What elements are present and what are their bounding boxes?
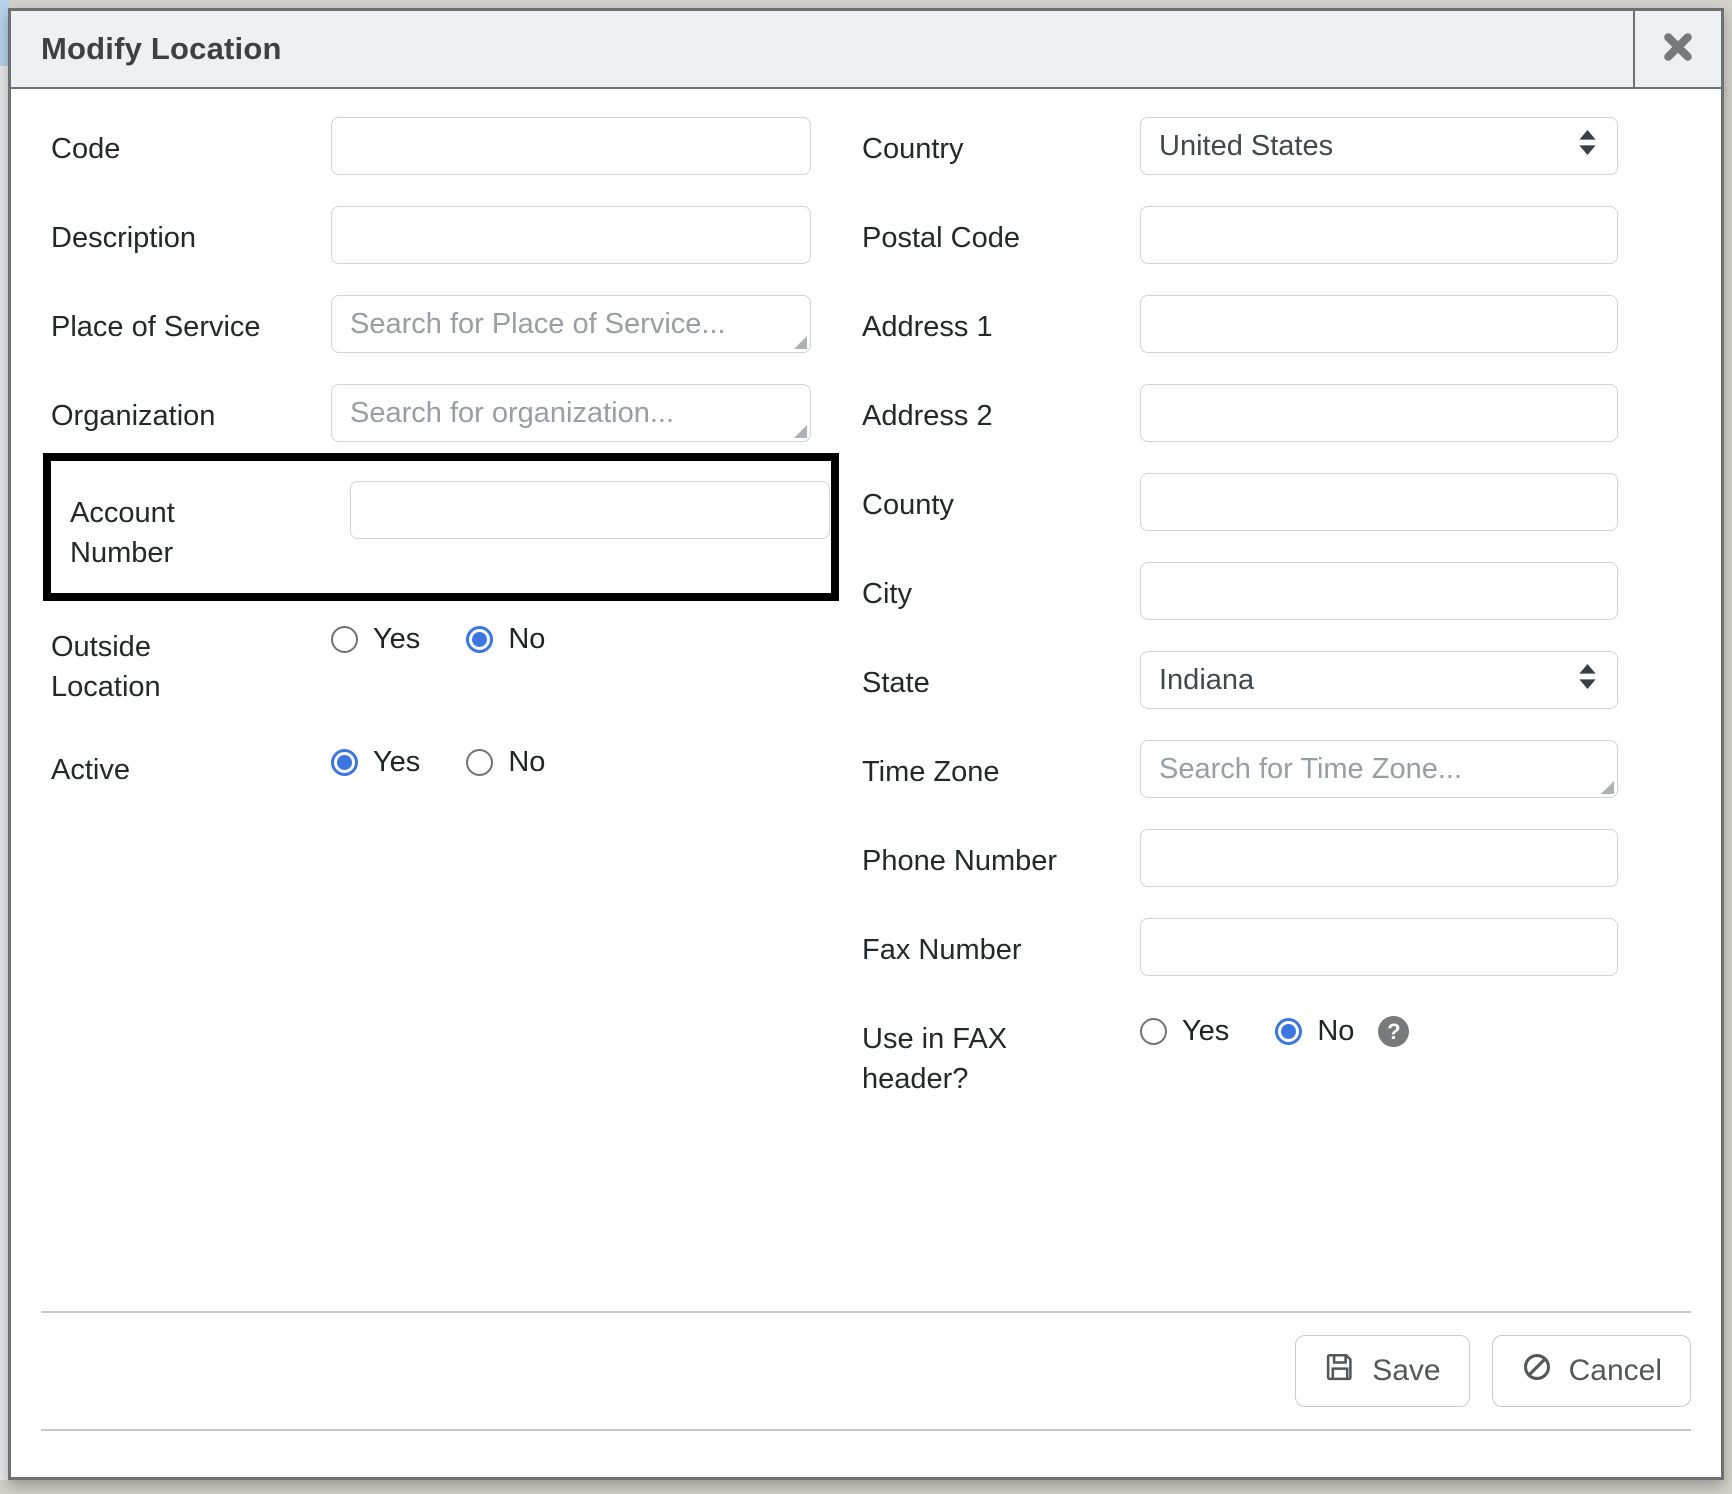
phone-number-input[interactable] — [1140, 829, 1618, 887]
description-field-group: Description — [51, 206, 831, 264]
state-select[interactable]: Indiana — [1140, 651, 1618, 709]
time-zone-label: Time Zone — [862, 740, 1074, 792]
postal-code-input[interactable] — [1140, 206, 1618, 264]
county-field-group: County — [862, 473, 1693, 531]
outside-location-no-label: No — [508, 623, 545, 656]
save-button[interactable]: Save — [1295, 1335, 1469, 1407]
phone-number-field-group: Phone Number — [862, 829, 1693, 887]
account-number-field-group: Account Number — [70, 481, 831, 573]
address-2-label: Address 2 — [862, 384, 1074, 436]
chevron-updown-icon — [1576, 128, 1599, 165]
chevron-updown-icon — [1576, 662, 1599, 699]
outside-location-no-option[interactable]: No — [466, 623, 545, 656]
code-input[interactable] — [331, 117, 811, 175]
dropdown-corner-icon — [1601, 781, 1614, 794]
use-in-fax-header-yes-label: Yes — [1182, 1015, 1229, 1048]
dialog-title: Modify Location — [11, 11, 1633, 87]
active-label: Active — [51, 738, 263, 790]
organization-field-group: Organization — [51, 384, 831, 442]
state-selected-value: Indiana — [1159, 664, 1254, 697]
use-in-fax-header-no-radio[interactable] — [1275, 1018, 1302, 1045]
address-1-input[interactable] — [1140, 295, 1618, 353]
time-zone-field-group: Time Zone — [862, 740, 1693, 798]
country-field-group: Country United States — [862, 117, 1693, 175]
ban-circle-icon — [1521, 1351, 1553, 1391]
use-in-fax-header-no-label: No — [1317, 1015, 1354, 1048]
code-label: Code — [51, 117, 263, 169]
postal-code-field-group: Postal Code — [862, 206, 1693, 264]
address-2-field-group: Address 2 — [862, 384, 1693, 442]
account-number-label: Account Number — [70, 481, 282, 573]
active-no-option[interactable]: No — [466, 746, 545, 779]
cancel-button[interactable]: Cancel — [1492, 1335, 1691, 1407]
outside-location-yes-radio[interactable] — [331, 626, 358, 653]
account-number-highlight-box: Account Number — [43, 453, 839, 601]
use-in-fax-header-yes-option[interactable]: Yes — [1140, 1015, 1229, 1048]
active-field-group: Active Yes No — [51, 738, 831, 790]
state-label: State — [862, 651, 1074, 703]
outside-location-no-radio[interactable] — [466, 626, 493, 653]
address-2-input[interactable] — [1140, 384, 1618, 442]
city-input[interactable] — [1140, 562, 1618, 620]
dialog-body: Code Description Place of Service Organi… — [11, 89, 1721, 1311]
organization-label: Organization — [51, 384, 263, 436]
address-1-label: Address 1 — [862, 295, 1074, 347]
use-in-fax-header-field-group: Use in FAX header? Yes No ? — [862, 1007, 1693, 1099]
description-input[interactable] — [331, 206, 811, 264]
fax-number-input[interactable] — [1140, 918, 1618, 976]
city-field-group: City — [862, 562, 1693, 620]
state-field-group: State Indiana — [862, 651, 1693, 709]
dialog-footer: Save Cancel — [11, 1311, 1721, 1477]
code-field-group: Code — [51, 117, 831, 175]
time-zone-search-input[interactable] — [1140, 740, 1618, 798]
save-button-label: Save — [1372, 1354, 1440, 1388]
country-select[interactable]: United States — [1140, 117, 1618, 175]
use-in-fax-header-label: Use in FAX header? — [862, 1007, 1074, 1099]
floppy-disk-icon — [1324, 1351, 1356, 1391]
fax-number-field-group: Fax Number — [862, 918, 1693, 976]
dropdown-corner-icon — [794, 425, 807, 438]
dialog-header: Modify Location — [11, 11, 1721, 89]
dropdown-corner-icon — [794, 336, 807, 349]
outside-location-yes-option[interactable]: Yes — [331, 623, 420, 656]
outside-location-field-group: Outside Location Yes No — [51, 615, 831, 707]
use-in-fax-header-no-option[interactable]: No — [1275, 1015, 1354, 1048]
form-right-column: Country United States Postal Code Addre — [831, 117, 1693, 1130]
modify-location-dialog: Modify Location Code Description Place o… — [8, 8, 1724, 1480]
postal-code-label: Postal Code — [862, 206, 1074, 258]
outside-location-yes-label: Yes — [373, 623, 420, 656]
place-of-service-field-group: Place of Service — [51, 295, 831, 353]
address-1-field-group: Address 1 — [862, 295, 1693, 353]
active-no-radio[interactable] — [466, 749, 493, 776]
use-in-fax-header-yes-radio[interactable] — [1140, 1018, 1167, 1045]
fax-number-label: Fax Number — [862, 918, 1074, 970]
description-label: Description — [51, 206, 263, 258]
active-no-label: No — [508, 746, 545, 779]
active-yes-option[interactable]: Yes — [331, 746, 420, 779]
country-label: Country — [862, 117, 1074, 169]
outside-location-label: Outside Location — [51, 615, 263, 707]
organization-search-input[interactable] — [331, 384, 811, 442]
form-left-column: Code Description Place of Service Organi… — [51, 117, 831, 1130]
country-selected-value: United States — [1159, 130, 1333, 163]
help-icon[interactable]: ? — [1378, 1016, 1409, 1047]
close-button[interactable] — [1633, 11, 1721, 87]
city-label: City — [862, 562, 1074, 614]
phone-number-label: Phone Number — [862, 829, 1074, 881]
place-of-service-label: Place of Service — [51, 295, 263, 347]
close-icon — [1660, 29, 1696, 70]
place-of-service-search-input[interactable] — [331, 295, 811, 353]
active-yes-radio[interactable] — [331, 749, 358, 776]
county-label: County — [862, 473, 1074, 525]
active-yes-label: Yes — [373, 746, 420, 779]
cancel-button-label: Cancel — [1569, 1354, 1662, 1388]
account-number-input[interactable] — [350, 481, 830, 539]
county-input[interactable] — [1140, 473, 1618, 531]
